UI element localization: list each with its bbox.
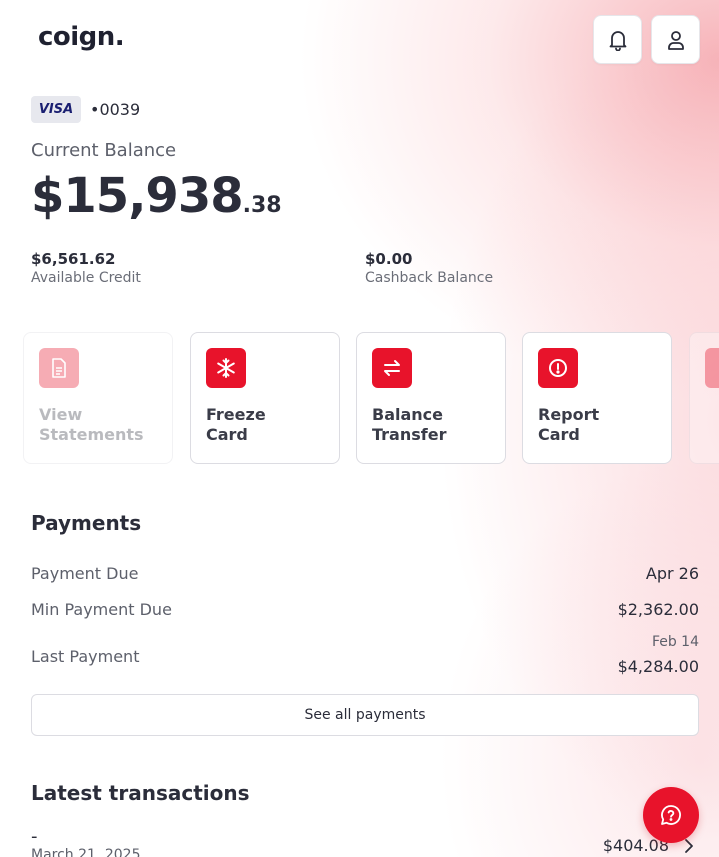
quick-actions-carousel[interactable]: View Statements Freeze Card Balance Tran… (0, 332, 719, 464)
last-payment-value: $4,284.00 (617, 657, 699, 676)
payment-due-label: Payment Due (31, 564, 139, 583)
next-action-tile-partial[interactable] (689, 332, 719, 464)
user-icon (667, 30, 684, 50)
tile-label-line1: Report (538, 405, 600, 424)
bell-icon (609, 30, 626, 51)
transaction-description: - (31, 826, 38, 847)
available-credit-value: $6,561.62 (31, 250, 116, 268)
snowflake-icon (206, 348, 246, 388)
latest-transactions-title: Latest transactions (31, 781, 250, 805)
help-chat-icon (661, 805, 681, 825)
tile-label-line1: View (39, 405, 83, 424)
freeze-card-tile[interactable]: Freeze Card (190, 332, 340, 464)
see-all-payments-button[interactable]: See all payments (31, 694, 699, 736)
cashback-balance-value: $0.00 (365, 250, 413, 268)
chevron-right-icon (685, 839, 693, 853)
balance-cents: .38 (242, 193, 282, 218)
payments-title: Payments (31, 511, 142, 535)
available-credit-label: Available Credit (31, 270, 141, 286)
profile-button[interactable] (651, 15, 700, 64)
tile-label-line2: Statements (39, 425, 144, 444)
visa-logo: VISA (31, 96, 81, 123)
notifications-button[interactable] (593, 15, 642, 64)
tile-label-line2: Card (538, 425, 580, 444)
current-balance-label: Current Balance (31, 140, 177, 161)
tile-label-line2: Transfer (372, 425, 447, 444)
tile-label-line2: Card (206, 425, 248, 444)
dashboard-page: coign. VISA •0039 Current Balance $15,93… (0, 0, 719, 857)
balance-dollars: $15,938 (31, 168, 244, 224)
balance-transfer-tile[interactable]: Balance Transfer (356, 332, 506, 464)
current-balance-amount: $15,938.38 (31, 168, 282, 224)
view-statements-tile[interactable]: View Statements (23, 332, 173, 464)
min-payment-label: Min Payment Due (31, 600, 172, 619)
report-card-tile[interactable]: Report Card (522, 332, 672, 464)
last-payment-date: Feb 14 (651, 634, 699, 650)
document-icon (39, 348, 79, 388)
alert-circle-icon (538, 348, 578, 388)
transfer-arrows-icon (372, 348, 412, 388)
tile-label-line1: Balance (372, 405, 443, 424)
help-chat-button[interactable] (643, 787, 699, 843)
min-payment-value: $2,362.00 (617, 600, 699, 619)
brand-logo[interactable]: coign. (38, 22, 125, 52)
transaction-date: March 21, 2025 (31, 847, 141, 857)
tile-label-line1: Freeze (206, 405, 266, 424)
last-payment-label: Last Payment (31, 647, 140, 666)
payment-due-value: Apr 26 (645, 564, 699, 583)
cashback-balance-label: Cashback Balance (365, 270, 494, 286)
partial-tile-icon (705, 348, 719, 388)
card-last-digits: •0039 (90, 100, 141, 119)
